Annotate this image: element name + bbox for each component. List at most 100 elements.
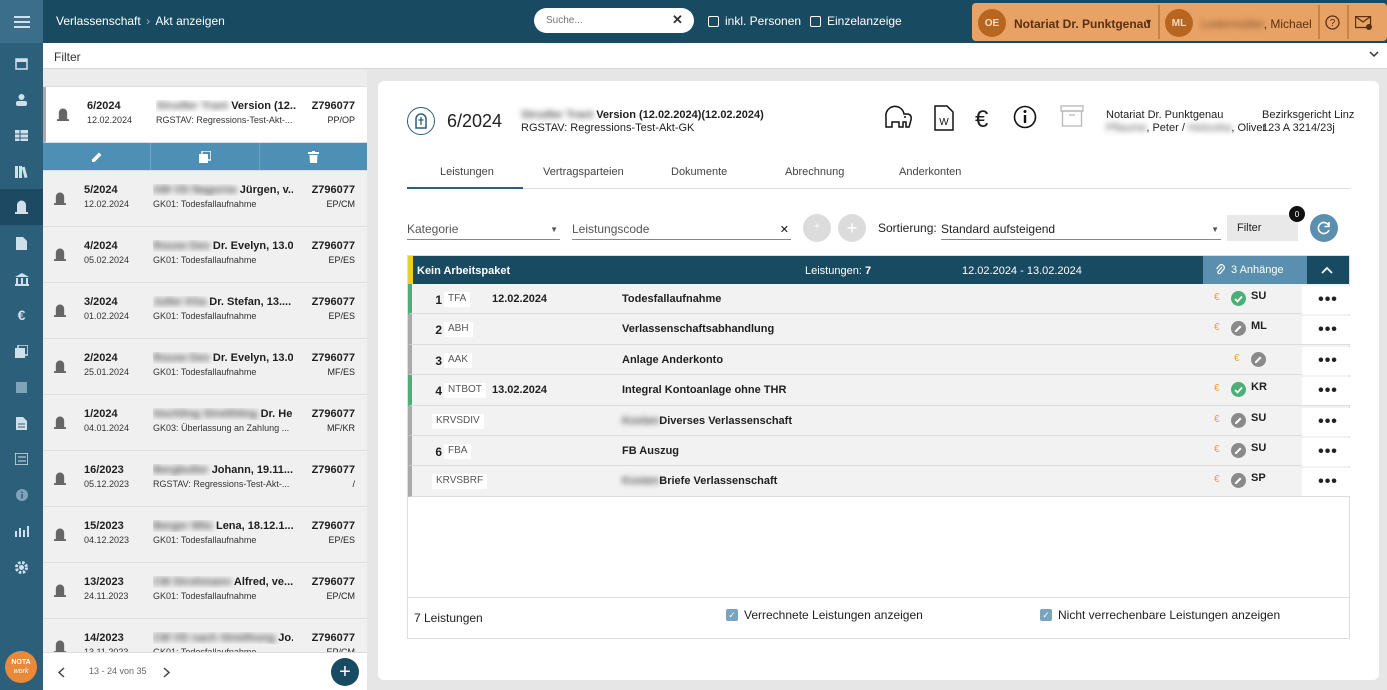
check-icon[interactable] — [1231, 382, 1246, 398]
help-icon[interactable]: ? — [1325, 15, 1340, 30]
tab-leistungen[interactable]: Leistungen — [440, 166, 494, 178]
clear-search-icon[interactable]: ✕ — [672, 12, 683, 28]
grave-icon[interactable] — [0, 189, 43, 225]
office-dropdown-icon[interactable]: ▼ — [1144, 17, 1153, 27]
table-row[interactable]: 5KRVSDIVKostenDiverses Verlassenschaft€S… — [408, 405, 1354, 436]
edit-icon[interactable] — [1231, 412, 1246, 428]
table-row[interactable]: 7KRVSBRFKostenBriefe Verlassenschaft€SP•… — [408, 466, 1354, 497]
table-icon[interactable] — [0, 117, 43, 153]
incl-persons-checkbox[interactable]: inkl. Personen — [708, 14, 801, 28]
tab-abrechnung[interactable]: Abrechnung — [785, 166, 844, 178]
menu-button[interactable] — [0, 0, 43, 43]
edit-button[interactable] — [43, 143, 152, 170]
user-avatar[interactable]: ML — [1165, 9, 1193, 37]
more-options-icon[interactable]: ••• — [1302, 377, 1354, 406]
attachments-button[interactable]: 3 Anhänge — [1203, 256, 1307, 284]
single-view-checkbox[interactable]: Einzelanzeige — [810, 14, 902, 28]
edit-icon[interactable] — [1231, 442, 1246, 458]
office-name[interactable]: Notariat Dr. Punktgenau — [1014, 17, 1151, 31]
more-options-icon[interactable]: ••• — [1302, 407, 1354, 436]
category-select[interactable]: Kategorie ▼ — [407, 222, 560, 240]
list-item[interactable]: 5/2024 12.02.2024 GM VD Nagorne Jürgen, v.… — [43, 171, 367, 227]
show-unbillable-checkbox[interactable]: ✓ Nicht verrechenbare Leistungen anzeigen — [1040, 608, 1280, 622]
breadcrumb-item[interactable]: Verlassenschaft — [56, 14, 141, 28]
filter-button[interactable]: Filter — [1227, 215, 1298, 241]
stats-icon[interactable] — [0, 513, 43, 549]
breadcrumb-item: Akt anzeigen — [155, 14, 225, 28]
filter-bar[interactable]: Filter — [43, 43, 1387, 69]
delete-button[interactable] — [260, 143, 367, 170]
document-icon[interactable] — [0, 225, 43, 261]
add-case-button[interactable]: + — [331, 658, 359, 686]
add-button[interactable]: + — [838, 214, 866, 242]
euro-icon[interactable]: € — [0, 297, 43, 333]
mail-icon[interactable] — [1355, 16, 1373, 30]
list-item[interactable]: 4/2024 05.02.2024 Rouse Dex Dr. Evelyn, 13… — [43, 227, 367, 283]
office-avatar[interactable]: OE — [978, 9, 1006, 37]
redacted-text: Kosten — [622, 475, 660, 488]
list-item[interactable]: 1/2024 04.01.2024 Hochling Streithling Dr.… — [43, 395, 367, 451]
checkmark-icon[interactable]: ✓ — [726, 609, 738, 621]
case-sub: RGSTAV: Regressions-Test-Akt-... — [156, 115, 293, 125]
list-item[interactable]: 2/2024 25.01.2024 Rouse Dex Dr. Evelyn, 13… — [43, 339, 367, 395]
grave-icon — [53, 304, 67, 317]
tab-vertragsparteien[interactable]: Vertragsparteien — [543, 166, 624, 178]
table-row[interactable]: 6 FBA FB Auszug € SU ••• — [408, 435, 1354, 467]
checkmark-icon[interactable]: ✓ — [1040, 609, 1052, 621]
more-options-icon[interactable]: ••• — [1302, 468, 1354, 497]
add-multiple-button[interactable]: ⁺ — [803, 214, 831, 242]
list-icon[interactable] — [0, 441, 43, 477]
euro-icon[interactable]: € — [975, 106, 988, 134]
bank-icon[interactable] — [0, 261, 43, 297]
word-document-icon[interactable]: W — [934, 105, 954, 131]
library-icon[interactable] — [0, 153, 43, 189]
refresh-button[interactable] — [1310, 214, 1338, 242]
person-icon[interactable] — [0, 81, 43, 117]
edit-icon[interactable] — [1251, 351, 1266, 367]
chevron-down-icon[interactable] — [1369, 49, 1379, 59]
more-options-icon[interactable]: ••• — [1302, 437, 1354, 466]
group-header[interactable]: Kein Arbeitspaket Leistungen: 7 12.02.20… — [408, 256, 1349, 284]
check-icon[interactable] — [1231, 291, 1246, 306]
table-row[interactable]: 2 ABH Verlassenschaftsabhandlung € ML ••• — [408, 314, 1354, 345]
square-icon[interactable] — [0, 369, 43, 405]
calendar-icon[interactable] — [0, 45, 43, 81]
table-row[interactable]: 4 NTBOT 13.02.2024 Integral Kontoanlage ohn… — [408, 375, 1354, 406]
archive-icon[interactable] — [1060, 105, 1084, 127]
copy-icon[interactable] — [0, 333, 43, 369]
clear-icon[interactable]: ✕ — [780, 223, 789, 236]
tab-anderkonten[interactable]: Anderkonten — [899, 166, 961, 178]
file-icon[interactable] — [0, 405, 43, 441]
checkbox-box[interactable] — [708, 15, 719, 27]
edit-icon[interactable] — [1231, 321, 1246, 337]
paperclip-icon — [1216, 264, 1225, 275]
user-name[interactable]: Ledermüller, Michael — [1201, 17, 1312, 31]
checkbox-box[interactable] — [810, 15, 821, 27]
copy-button[interactable] — [151, 143, 260, 170]
search-input[interactable] — [534, 8, 694, 33]
sort-select[interactable]: Standard aufsteigend ▼ — [941, 222, 1221, 240]
table-row[interactable]: 3 AAK Anlage Anderkonto € ••• — [408, 344, 1354, 376]
list-item[interactable]: 3/2024 01.02.2024 Juller Kha Dr. Stefan, 1… — [43, 283, 367, 339]
list-item[interactable]: 13/2023 24.11.2023 CM Strohmann Alfred, ve… — [43, 563, 367, 619]
info-icon[interactable] — [0, 477, 43, 513]
row-number: 2 — [435, 323, 442, 338]
case-title: GM VD Nagorne Jürgen, v... — [153, 184, 293, 196]
next-page-icon[interactable] — [163, 667, 171, 678]
more-options-icon[interactable]: ••• — [1302, 286, 1354, 314]
list-item[interactable]: 16/2023 05.12.2023 Bergbulter Johann, 19.1… — [43, 451, 367, 507]
gear-icon[interactable] — [0, 549, 43, 585]
tab-dokumente[interactable]: Dokumente — [671, 166, 727, 178]
show-billed-checkbox[interactable]: ✓ Verrechnete Leistungen anzeigen — [726, 608, 923, 622]
service-code-input[interactable]: Leistungscode ✕ — [572, 222, 791, 240]
elephant-icon[interactable] — [883, 105, 913, 131]
list-item[interactable]: 6/2024 12.02.2024 Strudler Trant Version… — [43, 87, 367, 143]
edit-icon[interactable] — [1231, 473, 1246, 489]
table-row[interactable]: 1 TFA 12.02.2024 Todesfallaufnahme € SU ••• — [408, 284, 1354, 315]
more-options-icon[interactable]: ••• — [1302, 346, 1354, 375]
list-item[interactable]: 15/2023 04.12.2023 Berger Mitz Lena, 18.12… — [43, 507, 367, 563]
prev-page-icon[interactable] — [57, 667, 65, 678]
more-options-icon[interactable]: ••• — [1302, 316, 1354, 345]
chevron-up-icon[interactable] — [1321, 265, 1333, 275]
info-icon[interactable] — [1013, 105, 1037, 129]
